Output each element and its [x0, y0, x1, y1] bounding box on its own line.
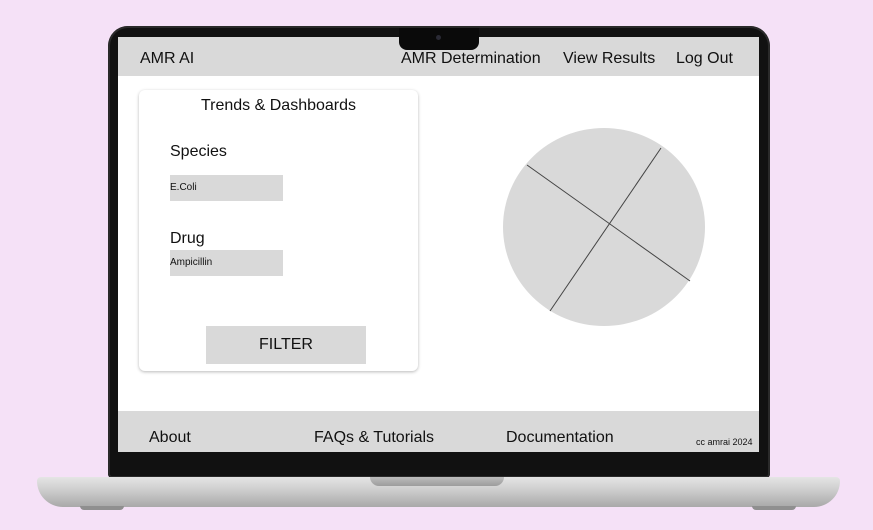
camera-icon: [436, 35, 441, 40]
nav-log-out[interactable]: Log Out: [676, 50, 733, 68]
footer-about-link[interactable]: About: [149, 429, 191, 447]
footer-bar: About FAQs & Tutorials Documentation cc …: [118, 411, 759, 452]
footer-faqs-link[interactable]: FAQs & Tutorials: [314, 429, 434, 447]
species-field[interactable]: E.Coli: [170, 175, 283, 201]
laptop-foot-right: [752, 506, 796, 510]
app-screen: AMR AI AMR Determination View Results Lo…: [118, 37, 759, 452]
brand-logo-text[interactable]: AMR AI: [140, 50, 194, 68]
footer-copyright: cc amrai 2024: [696, 437, 753, 447]
panel-title: Trends & Dashboards: [200, 97, 357, 114]
nav-view-results[interactable]: View Results: [563, 50, 655, 68]
filter-panel: Trends & Dashboards Species E.Coli Drug …: [139, 90, 418, 371]
drug-field[interactable]: Ampicillin: [170, 250, 283, 276]
laptop-foot-left: [80, 506, 124, 510]
drug-label: Drug: [170, 230, 205, 247]
pie-chart-disc: [503, 128, 705, 326]
nav-amr-determination[interactable]: AMR Determination: [401, 50, 541, 68]
species-label: Species: [170, 143, 227, 160]
laptop-hinge-notch: [370, 477, 504, 486]
filter-button[interactable]: FILTER: [206, 326, 366, 364]
pie-chart: [503, 128, 705, 326]
laptop-bezel-bottom: [118, 452, 759, 462]
footer-documentation-link[interactable]: Documentation: [506, 429, 614, 447]
